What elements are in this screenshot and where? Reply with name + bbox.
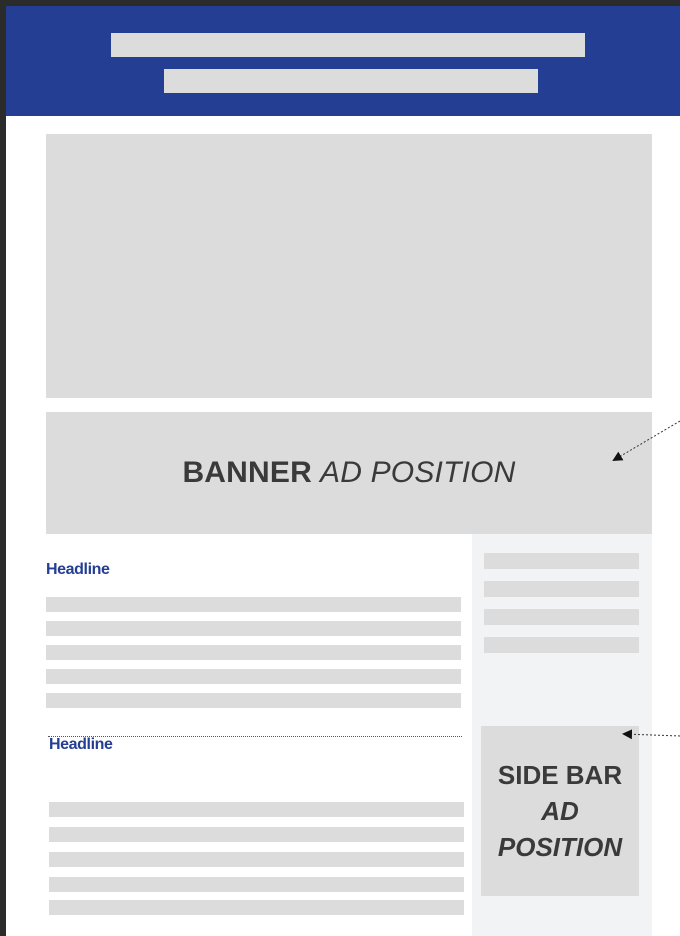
article-text-line bbox=[46, 597, 461, 612]
article-text-line bbox=[46, 621, 461, 636]
banner-ad-label-bold: BANNER bbox=[182, 456, 312, 489]
sidebar-text-line bbox=[484, 581, 639, 597]
article-text-line bbox=[46, 669, 461, 684]
sidebar-text-line bbox=[484, 553, 639, 569]
masthead bbox=[6, 6, 680, 116]
sidebar-text-line bbox=[484, 637, 639, 653]
sidebar-ad-label-line2: AD bbox=[541, 796, 579, 826]
frame-border-left bbox=[0, 0, 6, 936]
article-text-line bbox=[49, 802, 464, 817]
masthead-title-placeholder bbox=[111, 33, 585, 57]
sidebar-ad-label-line1: SIDE BAR bbox=[497, 760, 623, 790]
article-text-line bbox=[49, 852, 464, 867]
banner-ad-label-italic: AD POSITION bbox=[319, 456, 516, 489]
page-mockup: BANNER AD POSITION Headline Headline SID… bbox=[0, 0, 680, 936]
article-text-line bbox=[49, 900, 464, 915]
sidebar-ad-label-line3: POSITION bbox=[497, 832, 623, 862]
banner-ad-position: BANNER AD POSITION bbox=[46, 412, 652, 534]
article-text-line bbox=[46, 693, 461, 708]
sidebar-ad-position: SIDE BAR AD POSITION bbox=[481, 726, 639, 896]
article-headline: Headline bbox=[49, 736, 113, 753]
hero-image-placeholder bbox=[46, 134, 652, 398]
article-text-line bbox=[46, 645, 461, 660]
masthead-subtitle-placeholder bbox=[164, 69, 538, 93]
article-headline: Headline bbox=[46, 561, 110, 578]
article-text-line bbox=[49, 827, 464, 842]
article-text-line bbox=[49, 877, 464, 892]
sidebar-text-line bbox=[484, 609, 639, 625]
